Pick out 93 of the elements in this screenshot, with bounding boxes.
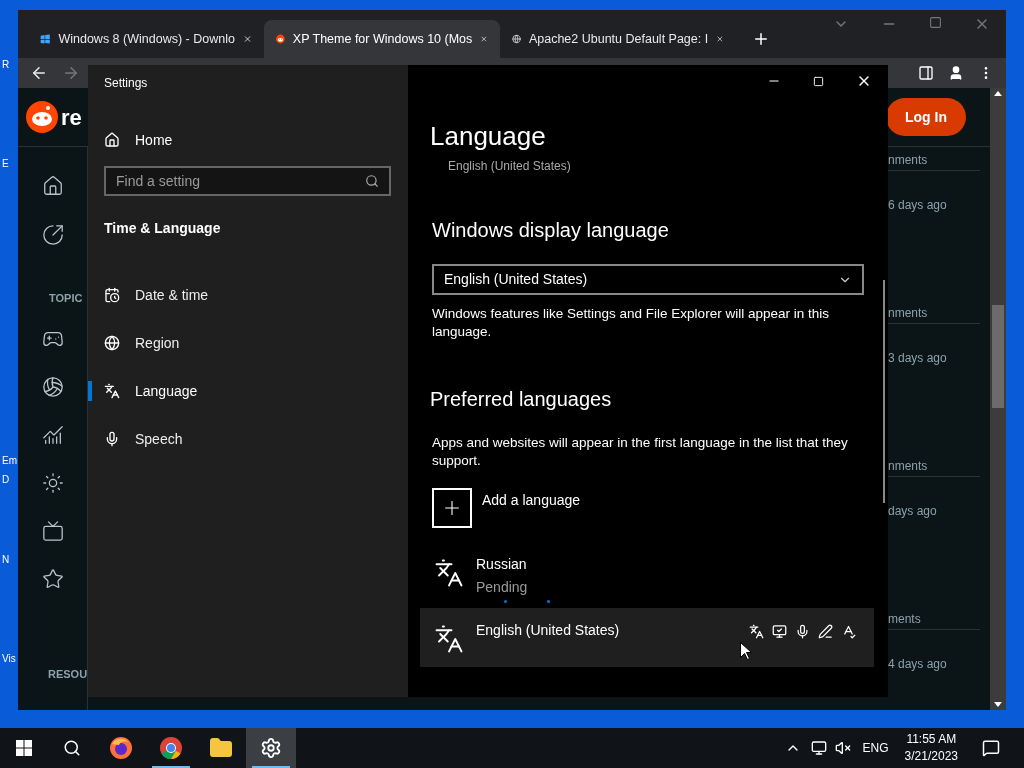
home-icon[interactable]: [41, 175, 64, 197]
star-icon[interactable]: [41, 567, 64, 590]
tab-title: XP Theme for Windows 10 (Mos: [292, 30, 473, 48]
windows-logo-icon: [40, 31, 51, 47]
monitor-icon: [772, 624, 787, 639]
chart-icon[interactable]: [41, 423, 64, 446]
logo-text[interactable]: re: [61, 100, 82, 134]
firefox-icon: [109, 736, 133, 760]
topics-heading: TOPIC: [48, 291, 83, 306]
home-icon: [104, 132, 120, 148]
gear-icon: [260, 737, 282, 759]
nav-item[interactable]: Region: [104, 319, 392, 367]
post-age: 6 days ago: [888, 198, 947, 212]
language-status: Pending: [476, 578, 529, 597]
description-text: Apps and websites will appear in the first language in the list that they support.: [432, 434, 849, 470]
add-language-label[interactable]: Add a language: [482, 490, 581, 511]
comment-count[interactable]: nments: [888, 459, 928, 473]
network-icon[interactable]: [810, 740, 827, 756]
clock[interactable]: 11:55 AM 3/21/2023: [904, 731, 958, 765]
page-heading: Language: [430, 120, 547, 153]
taskbar-app[interactable]: [246, 728, 296, 768]
desktop-icon-label[interactable]: R: [2, 58, 10, 71]
browser-tab[interactable]: Windows 8 (Windows) - Downlo: [28, 20, 264, 58]
nav-item[interactable]: Date & time: [104, 271, 392, 319]
language-name: English (United States): [476, 621, 621, 640]
input-language[interactable]: ENG: [862, 739, 889, 757]
language-icon: [104, 383, 120, 399]
scrollbar[interactable]: [990, 88, 1006, 710]
chrome-icon: [159, 736, 183, 760]
add-language-button[interactable]: [432, 488, 472, 528]
pen-icon: [818, 624, 833, 639]
microphone-icon: [795, 624, 810, 639]
browser-tab[interactable]: XP Theme for Windows 10 (Mos: [264, 20, 500, 58]
tab-title: Windows 8 (Windows) - Downlo: [58, 30, 235, 48]
tab-title: Apache2 Ubuntu Default Page: I: [528, 30, 709, 48]
scrollbar[interactable]: [883, 280, 885, 503]
section-heading: Time & Language: [104, 219, 222, 238]
calendar-clock-icon: [104, 287, 120, 303]
spell-check-icon: [841, 624, 856, 639]
language-icon: [434, 558, 464, 588]
side-panel-icon[interactable]: [918, 65, 934, 81]
reddit-logo-icon[interactable]: [26, 101, 58, 133]
scroll-thumb[interactable]: [992, 305, 1004, 408]
post-age: 4 days ago: [888, 657, 947, 671]
back-icon[interactable]: [30, 64, 48, 82]
window-title: Settings: [104, 75, 149, 92]
section-heading: Windows display language: [432, 218, 670, 243]
browser-tab[interactable]: Apache2 Ubuntu Default Page: I: [500, 20, 736, 58]
search-input[interactable]: Find a setting: [116, 170, 365, 192]
language-dropdown[interactable]: English (United States): [432, 264, 864, 295]
desktop-icon-label[interactable]: Vis: [2, 652, 16, 665]
windows-logo-icon: [16, 740, 32, 756]
scroll-up-icon[interactable]: [994, 91, 1002, 96]
post-age: days ago: [888, 504, 937, 518]
comment-count[interactable]: nments: [888, 306, 928, 320]
comment-count[interactable]: nments: [888, 153, 928, 167]
language-icon: [749, 624, 764, 639]
scroll-down-icon[interactable]: [994, 702, 1002, 707]
microphone-icon: [104, 431, 120, 447]
selection-indicator: [88, 381, 92, 401]
mouse-pointer-icon: [740, 642, 751, 660]
new-tab-icon[interactable]: [752, 30, 770, 48]
nav-item[interactable]: Speech: [104, 415, 392, 463]
language-name: Russian: [476, 555, 528, 574]
arrow-circle-icon[interactable]: [41, 224, 64, 246]
resources-heading: RESOU: [47, 666, 88, 682]
language-icon: [434, 624, 464, 654]
ball-icon[interactable]: [41, 375, 64, 398]
section-heading: Preferred languages: [430, 387, 613, 412]
preferred-language-row[interactable]: Russian Pending: [420, 548, 874, 600]
desktop-icon-label[interactable]: N: [2, 553, 10, 566]
comment-count[interactable]: ments: [888, 612, 921, 626]
search-field[interactable]: Find a setting: [104, 166, 391, 196]
post-age: 3 days ago: [888, 351, 947, 365]
folder-icon: [209, 736, 233, 760]
notification-icon[interactable]: [982, 739, 1000, 757]
desktop-icon-label[interactable]: Em: [2, 454, 17, 467]
preferred-language-row[interactable]: English (United States): [420, 608, 874, 667]
profile-icon[interactable]: [948, 65, 964, 81]
nav-item[interactable]: Language: [104, 367, 392, 415]
desktop-icon-label[interactable]: E: [2, 157, 9, 170]
search-icon: [365, 174, 379, 188]
volume-muted-icon[interactable]: [834, 740, 851, 756]
forward-icon[interactable]: [62, 64, 80, 82]
current-language: English (United States): [448, 158, 572, 175]
tv-icon[interactable]: [41, 519, 64, 542]
desktop-icon-label[interactable]: D: [2, 473, 10, 486]
search-icon: [63, 739, 81, 757]
globe-icon: [104, 335, 120, 351]
login-button[interactable]: Log In: [886, 98, 966, 136]
sun-icon[interactable]: [41, 471, 64, 494]
home-nav-item[interactable]: Home: [104, 128, 392, 152]
description-text: Windows features like Settings and File Explorer will appear in this language.: [432, 305, 830, 341]
